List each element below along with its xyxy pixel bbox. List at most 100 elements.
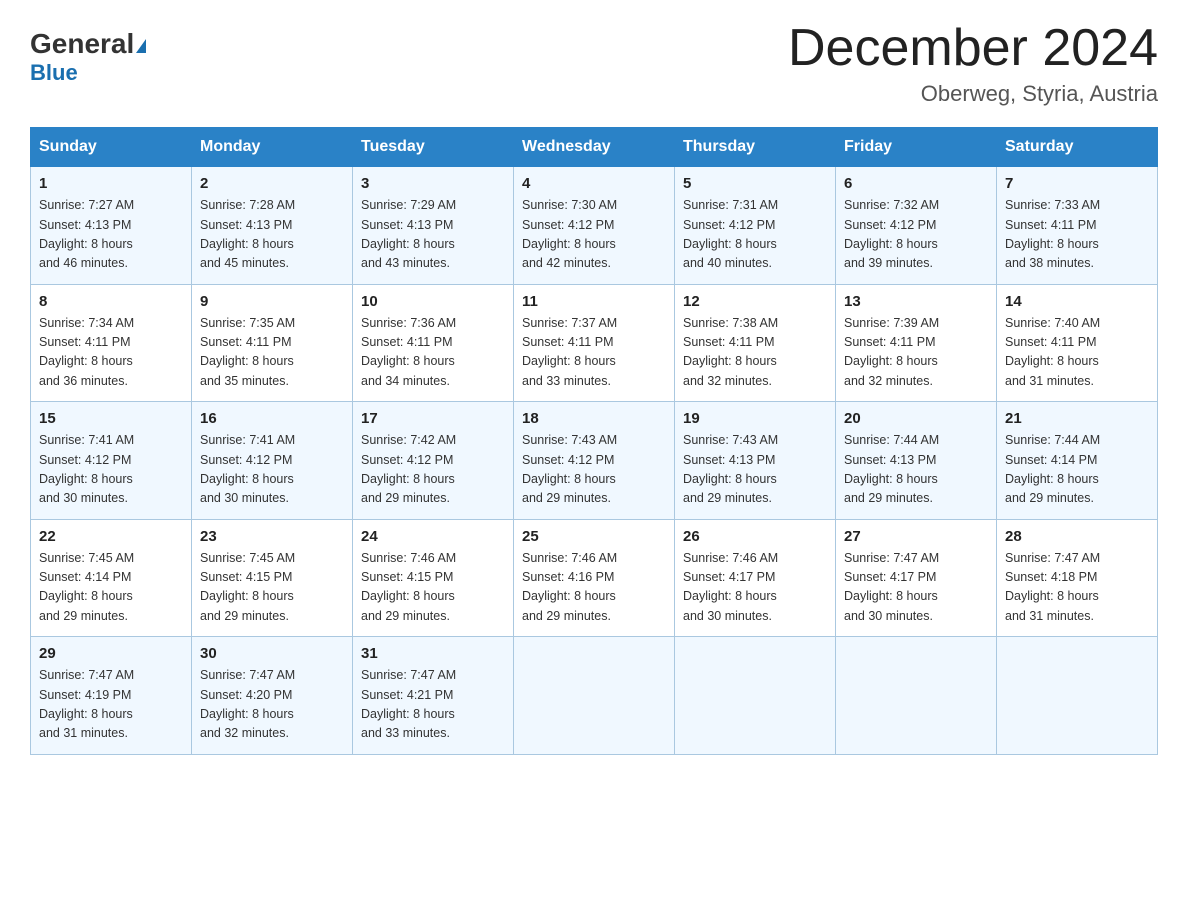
day-number: 12 — [683, 293, 827, 310]
table-row: 19 Sunrise: 7:43 AM Sunset: 4:13 PM Dayl… — [675, 402, 836, 520]
day-number: 19 — [683, 410, 827, 427]
table-row: 10 Sunrise: 7:36 AM Sunset: 4:11 PM Dayl… — [353, 284, 514, 402]
day-info: Sunrise: 7:33 AM Sunset: 4:11 PM Dayligh… — [1005, 196, 1149, 274]
col-monday: Monday — [192, 128, 353, 167]
calendar-table: Sunday Monday Tuesday Wednesday Thursday… — [30, 127, 1158, 755]
table-row: 23 Sunrise: 7:45 AM Sunset: 4:15 PM Dayl… — [192, 519, 353, 637]
table-row: 20 Sunrise: 7:44 AM Sunset: 4:13 PM Dayl… — [836, 402, 997, 520]
day-info: Sunrise: 7:31 AM Sunset: 4:12 PM Dayligh… — [683, 196, 827, 274]
table-row: 31 Sunrise: 7:47 AM Sunset: 4:21 PM Dayl… — [353, 637, 514, 755]
logo-triangle-icon — [136, 39, 146, 53]
col-wednesday: Wednesday — [514, 128, 675, 167]
day-info: Sunrise: 7:34 AM Sunset: 4:11 PM Dayligh… — [39, 314, 183, 392]
table-row: 11 Sunrise: 7:37 AM Sunset: 4:11 PM Dayl… — [514, 284, 675, 402]
day-number: 22 — [39, 528, 183, 545]
day-info: Sunrise: 7:39 AM Sunset: 4:11 PM Dayligh… — [844, 314, 988, 392]
day-info: Sunrise: 7:47 AM Sunset: 4:18 PM Dayligh… — [1005, 549, 1149, 627]
calendar-week-2: 8 Sunrise: 7:34 AM Sunset: 4:11 PM Dayli… — [31, 284, 1158, 402]
day-info: Sunrise: 7:47 AM Sunset: 4:20 PM Dayligh… — [200, 666, 344, 744]
day-number: 5 — [683, 175, 827, 192]
day-number: 10 — [361, 293, 505, 310]
calendar-week-5: 29 Sunrise: 7:47 AM Sunset: 4:19 PM Dayl… — [31, 637, 1158, 755]
day-info: Sunrise: 7:46 AM Sunset: 4:16 PM Dayligh… — [522, 549, 666, 627]
day-info: Sunrise: 7:29 AM Sunset: 4:13 PM Dayligh… — [361, 196, 505, 274]
table-row: 22 Sunrise: 7:45 AM Sunset: 4:14 PM Dayl… — [31, 519, 192, 637]
table-row — [836, 637, 997, 755]
table-row: 5 Sunrise: 7:31 AM Sunset: 4:12 PM Dayli… — [675, 167, 836, 285]
day-number: 28 — [1005, 528, 1149, 545]
logo: General Blue — [30, 20, 146, 86]
day-info: Sunrise: 7:44 AM Sunset: 4:13 PM Dayligh… — [844, 431, 988, 509]
table-row: 25 Sunrise: 7:46 AM Sunset: 4:16 PM Dayl… — [514, 519, 675, 637]
table-row: 3 Sunrise: 7:29 AM Sunset: 4:13 PM Dayli… — [353, 167, 514, 285]
day-number: 20 — [844, 410, 988, 427]
day-info: Sunrise: 7:46 AM Sunset: 4:15 PM Dayligh… — [361, 549, 505, 627]
logo-text: General — [30, 30, 146, 58]
title-block: December 2024 Oberweg, Styria, Austria — [788, 20, 1158, 107]
page-header: General Blue December 2024 Oberweg, Styr… — [30, 20, 1158, 107]
day-number: 2 — [200, 175, 344, 192]
table-row — [514, 637, 675, 755]
table-row — [997, 637, 1158, 755]
day-info: Sunrise: 7:38 AM Sunset: 4:11 PM Dayligh… — [683, 314, 827, 392]
day-info: Sunrise: 7:43 AM Sunset: 4:12 PM Dayligh… — [522, 431, 666, 509]
table-row: 28 Sunrise: 7:47 AM Sunset: 4:18 PM Dayl… — [997, 519, 1158, 637]
day-info: Sunrise: 7:46 AM Sunset: 4:17 PM Dayligh… — [683, 549, 827, 627]
logo-general: General — [30, 28, 134, 59]
day-number: 31 — [361, 645, 505, 662]
day-number: 4 — [522, 175, 666, 192]
day-info: Sunrise: 7:40 AM Sunset: 4:11 PM Dayligh… — [1005, 314, 1149, 392]
day-number: 30 — [200, 645, 344, 662]
table-row: 24 Sunrise: 7:46 AM Sunset: 4:15 PM Dayl… — [353, 519, 514, 637]
table-row: 30 Sunrise: 7:47 AM Sunset: 4:20 PM Dayl… — [192, 637, 353, 755]
table-row: 1 Sunrise: 7:27 AM Sunset: 4:13 PM Dayli… — [31, 167, 192, 285]
table-row: 6 Sunrise: 7:32 AM Sunset: 4:12 PM Dayli… — [836, 167, 997, 285]
day-info: Sunrise: 7:45 AM Sunset: 4:15 PM Dayligh… — [200, 549, 344, 627]
day-info: Sunrise: 7:47 AM Sunset: 4:17 PM Dayligh… — [844, 549, 988, 627]
table-row: 13 Sunrise: 7:39 AM Sunset: 4:11 PM Dayl… — [836, 284, 997, 402]
day-number: 9 — [200, 293, 344, 310]
table-row: 27 Sunrise: 7:47 AM Sunset: 4:17 PM Dayl… — [836, 519, 997, 637]
day-number: 26 — [683, 528, 827, 545]
table-row: 12 Sunrise: 7:38 AM Sunset: 4:11 PM Dayl… — [675, 284, 836, 402]
day-number: 8 — [39, 293, 183, 310]
day-number: 1 — [39, 175, 183, 192]
day-number: 21 — [1005, 410, 1149, 427]
day-info: Sunrise: 7:47 AM Sunset: 4:21 PM Dayligh… — [361, 666, 505, 744]
day-info: Sunrise: 7:41 AM Sunset: 4:12 PM Dayligh… — [200, 431, 344, 509]
day-number: 13 — [844, 293, 988, 310]
table-row: 2 Sunrise: 7:28 AM Sunset: 4:13 PM Dayli… — [192, 167, 353, 285]
day-number: 23 — [200, 528, 344, 545]
day-info: Sunrise: 7:35 AM Sunset: 4:11 PM Dayligh… — [200, 314, 344, 392]
day-number: 18 — [522, 410, 666, 427]
logo-blue: Blue — [30, 60, 78, 86]
col-thursday: Thursday — [675, 128, 836, 167]
day-number: 17 — [361, 410, 505, 427]
col-saturday: Saturday — [997, 128, 1158, 167]
day-number: 14 — [1005, 293, 1149, 310]
day-number: 7 — [1005, 175, 1149, 192]
day-info: Sunrise: 7:28 AM Sunset: 4:13 PM Dayligh… — [200, 196, 344, 274]
day-info: Sunrise: 7:37 AM Sunset: 4:11 PM Dayligh… — [522, 314, 666, 392]
table-row: 8 Sunrise: 7:34 AM Sunset: 4:11 PM Dayli… — [31, 284, 192, 402]
table-row — [675, 637, 836, 755]
table-row: 16 Sunrise: 7:41 AM Sunset: 4:12 PM Dayl… — [192, 402, 353, 520]
day-number: 16 — [200, 410, 344, 427]
day-info: Sunrise: 7:32 AM Sunset: 4:12 PM Dayligh… — [844, 196, 988, 274]
table-row: 21 Sunrise: 7:44 AM Sunset: 4:14 PM Dayl… — [997, 402, 1158, 520]
calendar-header-row: Sunday Monday Tuesday Wednesday Thursday… — [31, 128, 1158, 167]
table-row: 17 Sunrise: 7:42 AM Sunset: 4:12 PM Dayl… — [353, 402, 514, 520]
day-number: 15 — [39, 410, 183, 427]
table-row: 4 Sunrise: 7:30 AM Sunset: 4:12 PM Dayli… — [514, 167, 675, 285]
table-row: 15 Sunrise: 7:41 AM Sunset: 4:12 PM Dayl… — [31, 402, 192, 520]
table-row: 7 Sunrise: 7:33 AM Sunset: 4:11 PM Dayli… — [997, 167, 1158, 285]
day-number: 27 — [844, 528, 988, 545]
table-row: 29 Sunrise: 7:47 AM Sunset: 4:19 PM Dayl… — [31, 637, 192, 755]
calendar-week-3: 15 Sunrise: 7:41 AM Sunset: 4:12 PM Dayl… — [31, 402, 1158, 520]
day-number: 6 — [844, 175, 988, 192]
table-row: 14 Sunrise: 7:40 AM Sunset: 4:11 PM Dayl… — [997, 284, 1158, 402]
day-info: Sunrise: 7:30 AM Sunset: 4:12 PM Dayligh… — [522, 196, 666, 274]
day-info: Sunrise: 7:42 AM Sunset: 4:12 PM Dayligh… — [361, 431, 505, 509]
day-info: Sunrise: 7:36 AM Sunset: 4:11 PM Dayligh… — [361, 314, 505, 392]
calendar-week-1: 1 Sunrise: 7:27 AM Sunset: 4:13 PM Dayli… — [31, 167, 1158, 285]
